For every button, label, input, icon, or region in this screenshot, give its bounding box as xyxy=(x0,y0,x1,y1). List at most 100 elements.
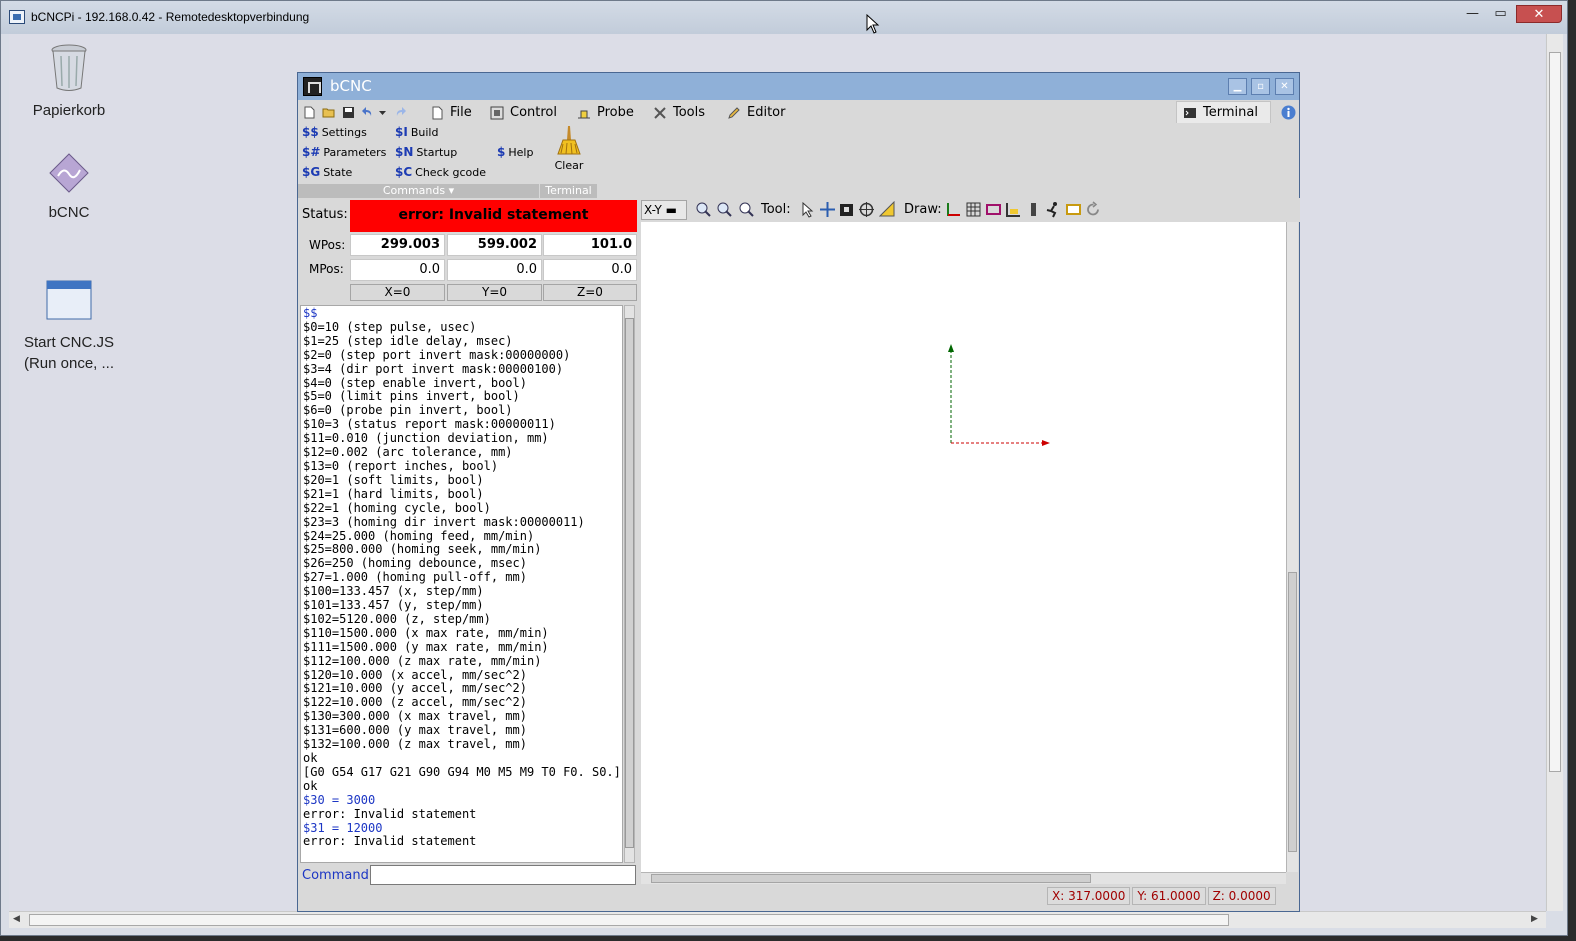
zero-z-button[interactable]: Z=0 xyxy=(543,284,637,301)
terminal-line: $5=0 (limit pins invert, bool) xyxy=(303,389,520,404)
zoom-in-icon[interactable] xyxy=(695,201,712,218)
scroll-left-icon[interactable]: ◀ xyxy=(13,914,20,924)
margins-icon[interactable] xyxy=(985,201,1002,218)
clear-button[interactable]: Clear xyxy=(541,124,597,182)
rapid-motion-icon[interactable] xyxy=(1045,201,1062,218)
open-folder-icon[interactable] xyxy=(322,106,335,119)
scrollbar-thumb[interactable] xyxy=(1549,52,1561,772)
canvas-vertical-scrollbar[interactable] xyxy=(1286,222,1298,872)
scrollbar-thumb[interactable] xyxy=(651,874,1091,883)
y-axis-arrow-icon xyxy=(948,344,954,352)
undo-dropdown-icon[interactable] xyxy=(378,106,387,119)
draw-label: Draw: xyxy=(904,202,942,217)
parameters-label: Parameters xyxy=(323,145,387,159)
view-select[interactable]: X-Y ▬ xyxy=(641,200,687,220)
bcnc-close-button[interactable]: ✕ xyxy=(1275,78,1294,95)
save-icon[interactable] xyxy=(342,106,355,119)
coord-z: Z: 0.0000 xyxy=(1207,887,1276,905)
bcnc-diamond-icon xyxy=(49,153,89,193)
ruler-icon[interactable] xyxy=(879,201,896,218)
rdp-maximize-button[interactable]: ▭ xyxy=(1487,5,1514,23)
startup-button[interactable]: $N Startup xyxy=(395,145,457,159)
zoom-fit-icon[interactable] xyxy=(738,201,755,218)
terminal-line: $31 = 12000 xyxy=(303,820,383,835)
startup-prefix: $N xyxy=(395,145,414,159)
undo-icon[interactable] xyxy=(361,106,374,119)
menu-control[interactable]: Control xyxy=(490,103,557,122)
wpos-x-value[interactable]: 299.003 xyxy=(350,234,445,256)
gantry-icon[interactable] xyxy=(838,201,855,218)
terminal-output[interactable]: $$ $0=10 (step pulse, usec) $1=25 (step id… xyxy=(300,305,623,863)
menu-terminal[interactable]: Terminal xyxy=(1176,101,1271,123)
new-file-icon[interactable] xyxy=(303,106,316,119)
target-icon[interactable] xyxy=(858,201,875,218)
wpos-y-value[interactable]: 599.002 xyxy=(447,234,542,256)
rdp-title-bar: bCNCPi - 192.168.0.42 - Remotedesktopver… xyxy=(1,1,1567,34)
check-gcode-button[interactable]: $C Check gcode xyxy=(395,165,486,179)
zoom-out-icon[interactable] xyxy=(716,201,733,218)
remote-desktop-icon xyxy=(9,10,25,24)
parameters-prefix: $# xyxy=(302,145,321,159)
bcnc-minimize-button[interactable]: ▁ xyxy=(1228,78,1247,95)
zero-y-button[interactable]: Y=0 xyxy=(447,284,542,301)
terminal-scrollbar[interactable] xyxy=(624,305,635,863)
terminal-line: $2=0 (step port invert mask:00000000) xyxy=(303,347,571,362)
x-axis-arrow-icon xyxy=(1042,440,1050,446)
desktop-icon-bcnc[interactable]: bCNC xyxy=(14,152,124,221)
zero-x-button[interactable]: X=0 xyxy=(350,284,445,301)
rdp-minimize-button[interactable]: — xyxy=(1459,5,1486,23)
bcnc-logo-icon xyxy=(303,77,322,96)
select-pointer-icon[interactable] xyxy=(799,201,816,218)
terminal-line: ok xyxy=(303,778,318,793)
scroll-right-icon[interactable]: ▶ xyxy=(1531,914,1538,924)
settings-button[interactable]: $$ Settings xyxy=(302,125,367,139)
menu-tools[interactable]: Tools xyxy=(653,103,705,122)
mpos-y-value: 0.0 xyxy=(447,259,542,281)
desktop-icon-papierkorb[interactable]: Papierkorb xyxy=(14,42,124,119)
rdp-close-button[interactable]: ✕ xyxy=(1516,5,1562,23)
pan-icon[interactable] xyxy=(819,201,836,218)
terminal-line: $13=0 (report inches, bool) xyxy=(303,458,499,473)
workarea-icon[interactable] xyxy=(1005,201,1022,218)
canvas-horizontal-scrollbar[interactable] xyxy=(641,872,1286,884)
terminal-line: $101=133.457 (y, step/mm) xyxy=(303,598,484,613)
grid-icon[interactable] xyxy=(965,201,982,218)
coord-y: Y: 61.0000 xyxy=(1132,887,1206,905)
terminal-line: $12=0.002 (arc tolerance, mm) xyxy=(303,445,513,460)
info-icon[interactable] xyxy=(1281,105,1296,120)
command-input[interactable] xyxy=(370,865,636,885)
axes-icon[interactable] xyxy=(945,201,962,218)
redo-icon[interactable] xyxy=(394,106,407,119)
terminal-line: $6=0 (probe pin invert, bool) xyxy=(303,403,513,418)
scrollbar-thumb[interactable] xyxy=(625,318,634,848)
desktop-icon-start-cncjs[interactable]: Start CNC.JS (Run once, ... xyxy=(14,259,124,395)
terminal-line: $130=300.000 (x max travel, mm) xyxy=(303,709,527,724)
rdp-vertical-scrollbar[interactable] xyxy=(1546,34,1563,911)
menu-editor[interactable]: Editor xyxy=(727,103,785,122)
terminal-line: $120=10.000 (x accel, mm/sec^2) xyxy=(303,667,527,682)
startup-label: Startup xyxy=(416,145,458,159)
build-prefix: $I xyxy=(395,125,408,139)
terminal-line: $132=100.000 (z max travel, mm) xyxy=(303,737,527,752)
bcnc-maximize-button[interactable]: ▫ xyxy=(1251,78,1270,95)
commands-group-label[interactable]: Commands ▾ xyxy=(298,184,539,198)
camera-icon[interactable] xyxy=(1025,201,1042,218)
rdp-horizontal-scrollbar[interactable]: ◀ ▶ xyxy=(9,911,1546,928)
terminal-line: $20=1 (soft limits, bool) xyxy=(303,472,484,487)
terminal-group-label: Terminal xyxy=(540,184,597,198)
paths-icon[interactable] xyxy=(1065,201,1082,218)
wpos-z-value[interactable]: 101.0 xyxy=(543,234,637,256)
help-button[interactable]: $ Help xyxy=(497,145,533,159)
scrollbar-thumb[interactable] xyxy=(1288,572,1297,852)
state-button[interactable]: $G State xyxy=(302,165,352,179)
menu-file[interactable]: File xyxy=(430,103,472,122)
scrollbar-thumb[interactable] xyxy=(29,914,1229,926)
editor-pencil-icon xyxy=(728,106,740,119)
parameters-button[interactable]: $# Parameters xyxy=(302,145,386,159)
terminal-line: $21=1 (hard limits, bool) xyxy=(303,486,484,501)
menu-probe[interactable]: Probe xyxy=(577,103,634,122)
terminal-line: $23=3 (homing dir invert mask:00000011) xyxy=(303,514,585,529)
build-button[interactable]: $I Build xyxy=(395,125,438,139)
redraw-icon[interactable] xyxy=(1085,201,1102,218)
gcode-canvas[interactable] xyxy=(641,222,1286,872)
